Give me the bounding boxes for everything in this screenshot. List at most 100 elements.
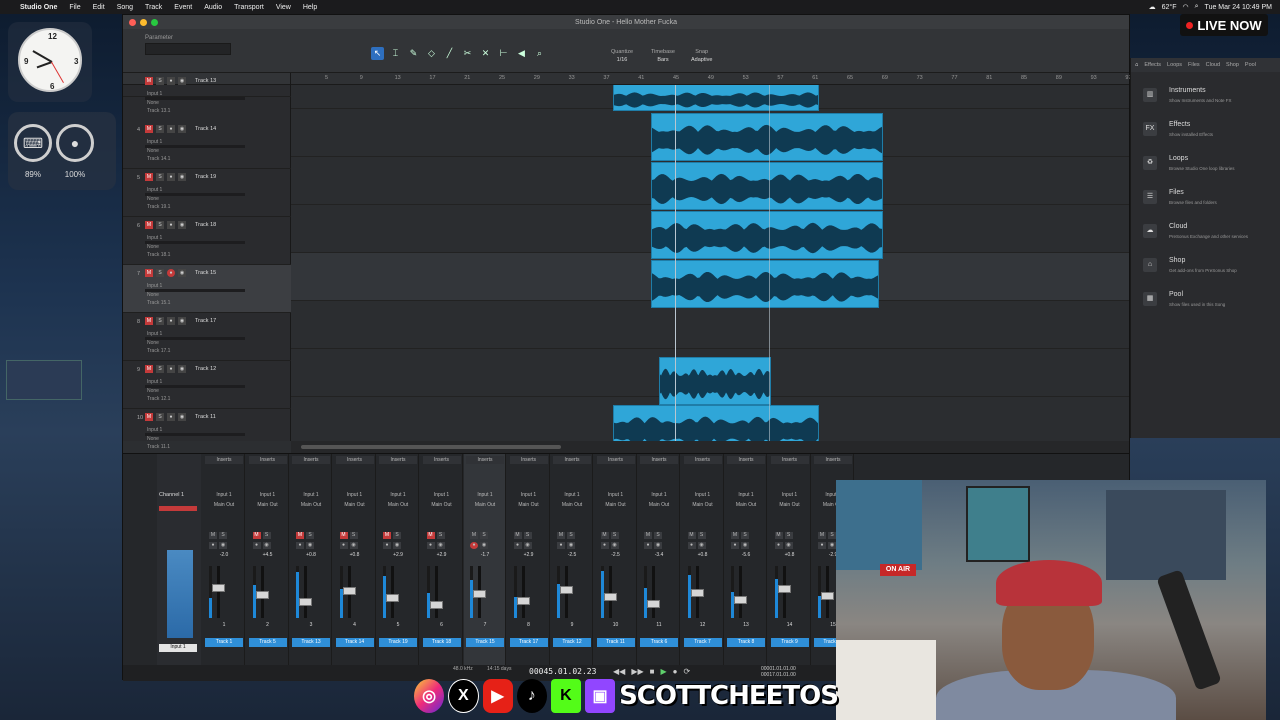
home-icon[interactable]: ⌂ [1135, 62, 1138, 68]
strip-name[interactable]: Track 5 [248, 638, 287, 647]
tab-pool[interactable]: Pool [1245, 62, 1256, 68]
strip-record-button[interactable]: ● [426, 542, 435, 549]
menu-song[interactable]: Song [111, 4, 139, 11]
listen-tool-icon[interactable]: ◀ [515, 47, 528, 60]
solo-button[interactable]: S [156, 125, 164, 133]
track-sub[interactable]: Track 13.1 [147, 108, 170, 114]
mixer-channel-strip[interactable]: Inserts Input 1 Main Out M S ● ◉ +0.8 14 Track 9 [769, 454, 811, 666]
strip-output[interactable]: Main Out [510, 502, 548, 508]
strip-solo-button[interactable]: S [610, 532, 619, 539]
mixer-channel-strip[interactable]: Inserts Input 1 Main Out M S ● ◉ +2.9 5 Track 19 [377, 454, 419, 666]
strip-mute-button[interactable]: M [557, 532, 565, 539]
strip-mute-button[interactable]: M [296, 532, 304, 539]
quantize-control[interactable]: Quantize 1/16 [611, 49, 633, 63]
track-volume-bar[interactable] [145, 289, 245, 292]
inserts-button[interactable]: Inserts [814, 456, 852, 464]
record-arm-button[interactable]: ● [167, 317, 175, 325]
strip-mute-button[interactable]: M [252, 532, 261, 539]
monitor-button[interactable]: ◉ [178, 317, 186, 325]
strip-solo-button[interactable]: S [523, 532, 532, 539]
mixer-channel-strip[interactable]: Inserts Input 1 Main Out M S ● ◉ +0.8 4 Track 14 [334, 454, 376, 666]
strip-fader-handle[interactable] [473, 590, 486, 598]
mixer-channel-strip[interactable]: Inserts Input 1 Main Out M S ● ◉ +2.9 8 Track 17 [508, 454, 550, 666]
track-none[interactable]: None [147, 436, 159, 442]
mixer-channel-strip[interactable]: Inserts Input 1 Main Out M S ● ◉ +0.8 12 Track 7 [682, 454, 724, 666]
strip-monitor-button[interactable]: ◉ [654, 542, 662, 549]
strip-output[interactable]: Main Out [249, 502, 287, 508]
track-name[interactable]: Track 17 [195, 318, 216, 324]
strip-monitor-button[interactable]: ◉ [436, 542, 445, 549]
solo-button[interactable]: S [156, 269, 164, 277]
audio-clip[interactable] [651, 211, 883, 259]
strip-monitor-button[interactable]: ◉ [828, 542, 836, 549]
inserts-button[interactable]: Inserts [422, 456, 461, 464]
strip-record-button[interactable]: ● [296, 542, 304, 549]
strip-mute-button[interactable]: M [209, 532, 217, 539]
strip-name[interactable]: Track 19 [379, 638, 417, 647]
mixer-channel-strip[interactable]: Inserts Input 1 Main Out M S ● ◉ +0.8 3 Track 13 [290, 454, 332, 666]
zoom-tool-icon[interactable]: ⌕ [533, 47, 546, 60]
browser-item-instruments[interactable]: ▥ Instruments Show Instruments and Note FX [1131, 84, 1280, 114]
track-header[interactable]: 6 M S ● ◉ Track 18 Input 1 None Track 18.1 [123, 217, 291, 265]
timeline-ruler[interactable]: 5 9 13 17 21 25 29 33 37 41 45 49 53 57 61 65 69 73 77 81 85… [291, 73, 1132, 85]
strip-name[interactable]: Track 7 [683, 638, 722, 647]
audio-clip[interactable] [651, 113, 883, 161]
pencil-tool-icon[interactable]: ✎ [407, 47, 420, 60]
menu-event[interactable]: Event [168, 4, 198, 11]
monitor-button[interactable]: ◉ [178, 77, 186, 85]
strip-monitor-button[interactable]: ◉ [784, 542, 793, 549]
strip-gain-readout[interactable]: +0.8 [336, 552, 374, 558]
audio-clip[interactable] [613, 85, 819, 111]
strip-name[interactable]: Track 9 [770, 638, 809, 647]
track-sub[interactable]: Track 18.1 [147, 252, 170, 258]
track-header[interactable]: 10 M S ● ◉ Track 11 Input 1 None Track 11.1 [123, 409, 291, 457]
strip-fader-handle[interactable] [429, 601, 443, 609]
strip-solo-button[interactable]: S [697, 532, 706, 539]
strip-record-button[interactable]: ● [209, 542, 217, 549]
audio-clip[interactable] [613, 405, 819, 441]
strip-solo-button[interactable]: S [306, 532, 314, 539]
strip-fader-handle[interactable] [560, 586, 573, 594]
menu-edit[interactable]: Edit [87, 4, 111, 11]
stop-icon[interactable]: ■ [650, 667, 655, 676]
mixer-channel-strip[interactable]: Inserts Input 1 Main Out M S ● ◉ +4.5 2 Track 5 [247, 454, 289, 666]
strip-fader-handle[interactable] [734, 596, 747, 604]
mixer-channel-strip[interactable]: Inserts Input 1 Main Out M S ● ◉ +2.9 6 Track 18 [421, 454, 463, 666]
strip-fader-handle[interactable] [212, 584, 225, 592]
monitor-button[interactable]: ◉ [178, 221, 186, 229]
tab-shop[interactable]: Shop [1226, 62, 1239, 68]
strip-record-button[interactable]: ● [644, 542, 652, 549]
track-volume-bar[interactable] [145, 241, 245, 244]
strip-monitor-button[interactable]: ◉ [219, 542, 227, 549]
track-sub[interactable]: Track 12.1 [147, 396, 170, 402]
inserts-button[interactable]: Inserts [379, 456, 417, 464]
strip-input[interactable]: Input 1 [423, 492, 461, 498]
strip-fader-track[interactable] [521, 566, 525, 618]
monitor-button[interactable]: ◉ [178, 413, 186, 421]
record-arm-button[interactable]: ● [167, 365, 175, 373]
mixer-channel-strip[interactable]: Inserts Input 1 Main Out M S ● ◉ -2.0 1 Track 1 [203, 454, 245, 666]
track-header[interactable]: M S ● ◉ Track 13 Input 1 None Track 13.1 [123, 73, 291, 114]
track-volume-bar[interactable] [145, 193, 245, 196]
record-arm-button[interactable]: ● [167, 125, 175, 133]
strip-output[interactable]: Main Out [684, 502, 722, 508]
record-arm-button[interactable]: ● [167, 221, 175, 229]
strip-mute-button[interactable]: M [731, 532, 739, 539]
strip-gain-readout[interactable]: +0.8 [684, 552, 722, 558]
strip-gain-readout[interactable]: -1.7 [466, 552, 504, 558]
solo-button[interactable]: S [156, 413, 164, 421]
track-name[interactable]: Track 19 [195, 174, 216, 180]
strip-output[interactable]: Main Out [597, 502, 635, 508]
tab-loops[interactable]: Loops [1167, 62, 1182, 68]
wifi-icon[interactable]: ◠ [1183, 3, 1189, 11]
timebase-control[interactable]: Timebase Bars [651, 49, 675, 63]
strip-input[interactable]: Input 1 [249, 492, 287, 498]
strip-output[interactable]: Main Out [640, 502, 678, 508]
strip-mute-button[interactable]: M [470, 532, 478, 539]
strip-fader-handle[interactable] [342, 587, 356, 595]
strip-output[interactable]: Main Out [466, 502, 504, 508]
eraser-tool-icon[interactable]: ◇ [425, 47, 438, 60]
mute-button[interactable]: M [145, 77, 153, 85]
record-arm-button[interactable]: ● [167, 173, 175, 181]
mixer-channel-strip[interactable]: Inserts Input 1 Main Out M S ● ◉ -3.4 11 Track 6 [638, 454, 680, 666]
